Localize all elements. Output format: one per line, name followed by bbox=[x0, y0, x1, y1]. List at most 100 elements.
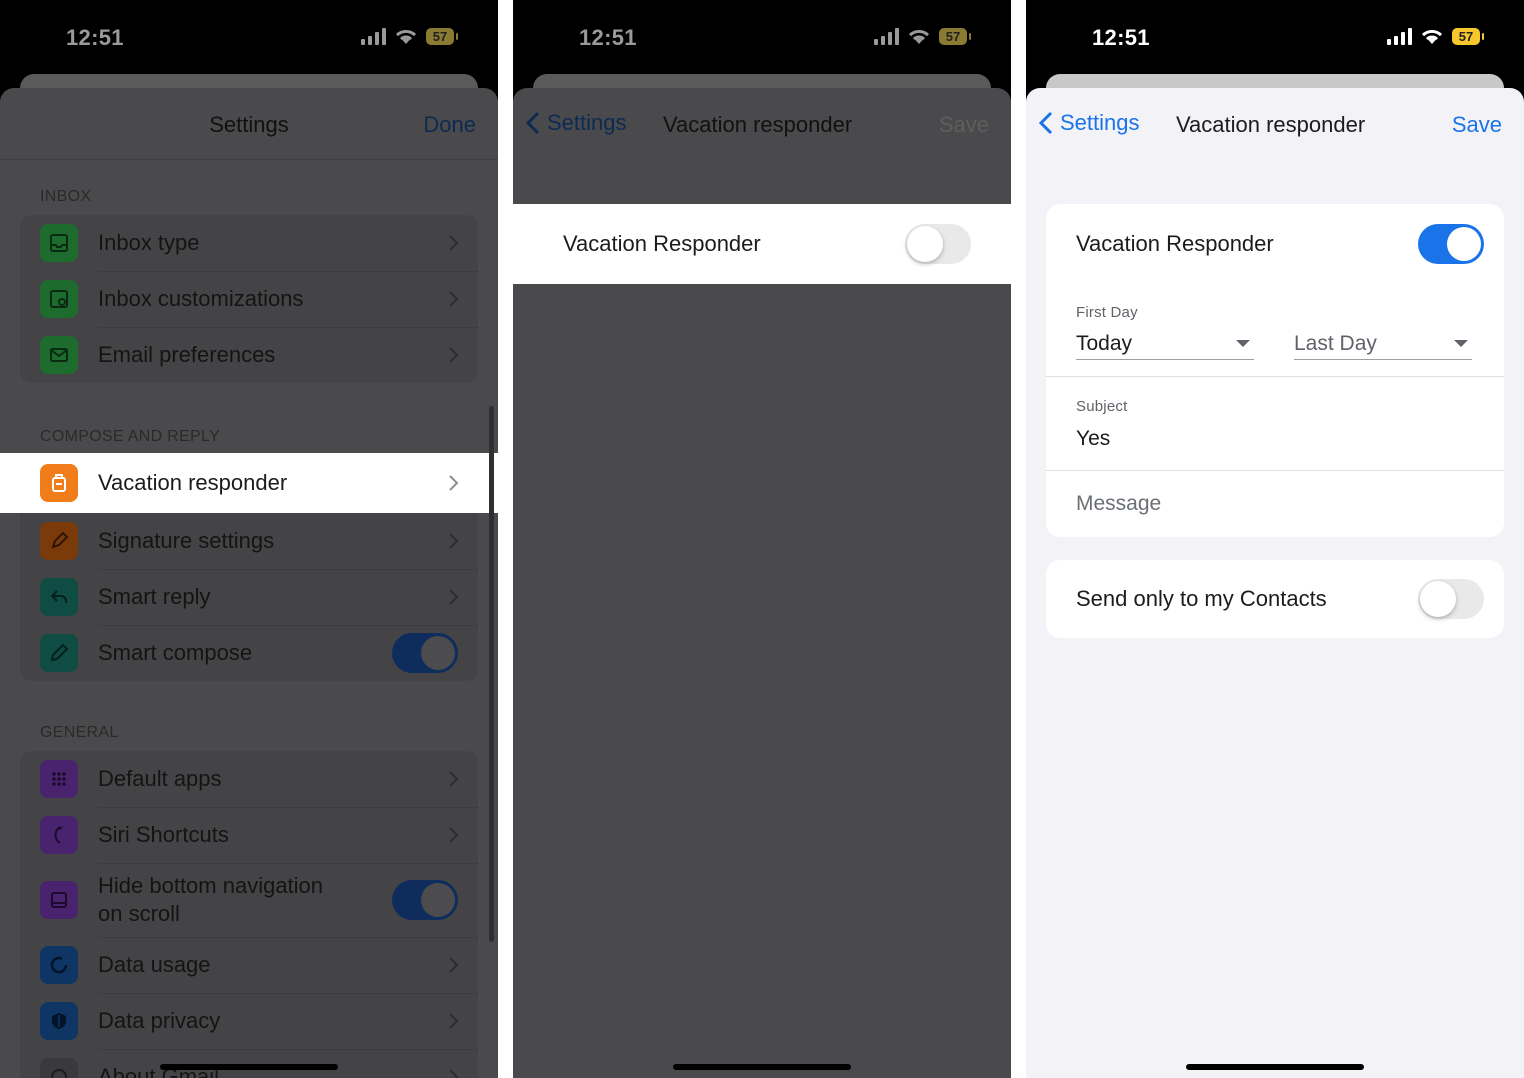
settings-item-inbox-type[interactable]: Inbox type bbox=[20, 215, 478, 271]
compose-group: Signature settings Smart reply Smart com… bbox=[20, 513, 478, 681]
settings-item-label: Siri Shortcuts bbox=[98, 822, 229, 847]
vacation-sheet: Settings Vacation responder Save Vacatio… bbox=[513, 88, 1011, 1078]
settings-item-email-preferences[interactable]: Email preferences bbox=[20, 327, 478, 383]
settings-item-label: Hide bottom navigation on scroll bbox=[98, 873, 324, 926]
status-bar: 12:51 57 bbox=[1026, 0, 1524, 76]
dropdown-caret-icon bbox=[1236, 340, 1250, 347]
general-group: Default apps Siri Shortcuts Hide bottom … bbox=[20, 751, 478, 1078]
shield-icon bbox=[40, 1002, 78, 1040]
chevron-right-icon bbox=[449, 347, 459, 363]
settings-item-smart-compose[interactable]: Smart compose bbox=[20, 625, 478, 681]
battery-icon: 57 bbox=[426, 27, 458, 45]
settings-item-label: Default apps bbox=[98, 766, 222, 791]
contacts-card: Send only to my Contacts bbox=[1046, 560, 1504, 638]
settings-item-data-usage[interactable]: Data usage bbox=[20, 937, 478, 993]
chevron-right-icon bbox=[449, 533, 459, 549]
smart-compose-toggle[interactable] bbox=[392, 633, 458, 673]
grid-icon bbox=[40, 760, 78, 798]
scrollbar[interactable] bbox=[489, 406, 494, 942]
first-day-dropdown[interactable]: Today bbox=[1076, 328, 1254, 360]
reply-icon bbox=[40, 578, 78, 616]
settings-screen: 12:51 57 Settings Done INBOX Inbox type … bbox=[0, 0, 498, 1078]
chevron-right-icon bbox=[449, 589, 459, 605]
last-day-value: Last Day bbox=[1294, 331, 1377, 355]
chevron-right-icon bbox=[449, 771, 459, 787]
message-field[interactable]: Message bbox=[1046, 471, 1504, 537]
back-button[interactable]: Settings bbox=[1038, 110, 1140, 136]
vacation-responder-label: Vacation Responder bbox=[563, 231, 761, 256]
date-range-row: First Day Today Last Day bbox=[1046, 284, 1504, 376]
vacation-responder-on-screen: 12:51 57 Settings Vacation responder Sav… bbox=[1026, 0, 1524, 1078]
settings-item-vacation-responder[interactable]: Vacation responder bbox=[0, 453, 498, 513]
last-day-dropdown[interactable]: Last Day bbox=[1294, 328, 1472, 360]
home-indicator bbox=[673, 1064, 851, 1070]
siri-icon bbox=[40, 816, 78, 854]
save-button[interactable]: Save bbox=[939, 112, 989, 138]
bottom-nav-icon bbox=[40, 881, 78, 919]
back-label: Settings bbox=[547, 110, 627, 135]
settings-item-signature-settings[interactable]: Signature settings bbox=[20, 513, 478, 569]
vacation-responder-toggle[interactable] bbox=[905, 224, 971, 264]
nav-bar: Settings Vacation responder Save bbox=[513, 88, 1011, 160]
home-indicator bbox=[1186, 1064, 1364, 1070]
settings-item-hide-bottom-navigation[interactable]: Hide bottom navigation on scroll bbox=[20, 863, 478, 937]
back-label: Settings bbox=[1060, 110, 1140, 135]
done-button[interactable]: Done bbox=[423, 112, 476, 138]
send-only-contacts-row[interactable]: Send only to my Contacts bbox=[1046, 560, 1504, 638]
inbox-settings-icon bbox=[40, 280, 78, 318]
nav-bar: Settings Done bbox=[0, 88, 498, 160]
mail-icon bbox=[40, 336, 78, 374]
section-header-general: GENERAL bbox=[40, 724, 119, 741]
cellular-signal-icon bbox=[874, 27, 899, 45]
vacation-responder-toggle[interactable] bbox=[1418, 224, 1484, 264]
battery-icon: 57 bbox=[939, 27, 971, 45]
settings-item-label: Signature settings bbox=[98, 528, 275, 553]
info-icon bbox=[40, 1058, 78, 1078]
settings-item-inbox-customizations[interactable]: Inbox customizations bbox=[20, 271, 478, 327]
section-header-inbox: INBOX bbox=[40, 188, 92, 205]
status-bar: 12:51 57 bbox=[0, 0, 498, 76]
save-button[interactable]: Save bbox=[1452, 112, 1502, 138]
inbox-icon bbox=[40, 224, 78, 262]
chevron-left-icon bbox=[525, 111, 540, 135]
first-day-label: First Day bbox=[1076, 304, 1138, 321]
settings-item-label: Data usage bbox=[98, 952, 211, 977]
inbox-group: Inbox type Inbox customizations Email pr… bbox=[20, 215, 478, 383]
wifi-icon bbox=[1422, 29, 1442, 44]
cellular-signal-icon bbox=[1387, 27, 1412, 45]
subject-value: Yes bbox=[1076, 427, 1111, 450]
chevron-right-icon bbox=[449, 957, 459, 973]
luggage-icon bbox=[40, 464, 78, 502]
settings-item-siri-shortcuts[interactable]: Siri Shortcuts bbox=[20, 807, 478, 863]
data-usage-icon bbox=[40, 946, 78, 984]
subject-label: Subject bbox=[1076, 398, 1128, 415]
status-time: 12:51 bbox=[579, 25, 637, 50]
subject-row[interactable]: Subject Yes bbox=[1046, 377, 1504, 470]
message-placeholder: Message bbox=[1076, 492, 1162, 515]
chevron-right-icon bbox=[449, 235, 459, 251]
vacation-toggle-row[interactable]: Vacation Responder bbox=[513, 204, 1011, 284]
settings-item-label: Vacation responder bbox=[98, 470, 288, 495]
home-indicator bbox=[160, 1064, 338, 1070]
vacation-responder-label: Vacation Responder bbox=[1076, 231, 1274, 256]
back-button[interactable]: Settings bbox=[525, 110, 627, 136]
settings-item-label: Smart compose bbox=[98, 640, 253, 665]
settings-item-data-privacy[interactable]: Data privacy bbox=[20, 993, 478, 1049]
first-day-value: Today bbox=[1076, 331, 1133, 355]
settings-item-label: Inbox customizations bbox=[98, 286, 304, 311]
wifi-icon bbox=[909, 29, 929, 44]
chevron-right-icon bbox=[449, 1013, 459, 1029]
settings-item-label: Data privacy bbox=[98, 1008, 221, 1033]
settings-item-smart-reply[interactable]: Smart reply bbox=[20, 569, 478, 625]
status-time: 12:51 bbox=[66, 25, 124, 50]
pen-icon bbox=[40, 522, 78, 560]
settings-item-default-apps[interactable]: Default apps bbox=[20, 751, 478, 807]
chevron-right-icon bbox=[449, 475, 459, 491]
vacation-responder-off-screen: 12:51 57 Settings Vacation responder Sav… bbox=[513, 0, 1011, 1078]
status-bar: 12:51 57 bbox=[513, 0, 1011, 76]
chevron-right-icon bbox=[449, 827, 459, 843]
settings-item-label: Email preferences bbox=[98, 342, 276, 367]
vacation-toggle-row[interactable]: Vacation Responder bbox=[1046, 204, 1504, 284]
hide-bottom-nav-toggle[interactable] bbox=[392, 880, 458, 920]
send-only-contacts-toggle[interactable] bbox=[1418, 579, 1484, 619]
